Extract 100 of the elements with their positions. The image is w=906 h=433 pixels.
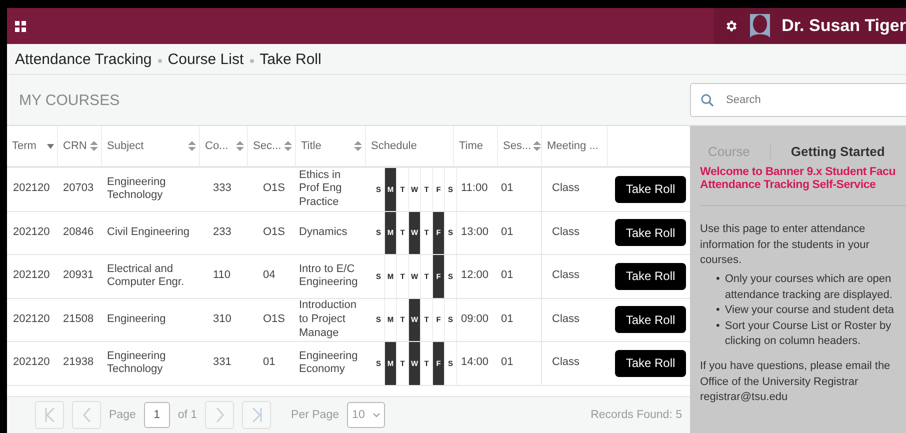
caret-icon	[372, 412, 380, 418]
app-grid-icon[interactable]	[15, 20, 26, 32]
sort-icon[interactable]	[354, 141, 362, 151]
breadcrumb-link[interactable]: Course List	[168, 50, 244, 68]
table-cell-text: Engineering Economy	[299, 350, 359, 377]
sort-icon[interactable]	[236, 141, 244, 151]
table-cell: 20846	[63, 226, 94, 240]
table-cell: 202120	[13, 312, 50, 327]
sort-icon[interactable]	[284, 141, 292, 151]
bullet-marker: •	[716, 303, 720, 318]
table-cell: 202120	[13, 226, 50, 240]
table-cell: 09:00	[461, 312, 489, 327]
table-cell-text: Electrical and Computer Engr.	[107, 262, 186, 290]
column-header[interactable]: Ses...	[497, 126, 541, 166]
table-cell: 01	[501, 269, 514, 284]
table-cell: O1S	[263, 226, 286, 240]
take-roll-button[interactable]: Take Roll	[615, 262, 686, 290]
table-cell: 331	[213, 356, 232, 370]
table-cell: Engineering	[107, 312, 166, 327]
user-name[interactable]: Dr. Susan Tiger	[782, 16, 906, 36]
bullet-marker: •	[716, 272, 720, 288]
column-header[interactable]: Subject	[101, 126, 199, 166]
table-cell: 202120	[13, 356, 50, 370]
table-cell: 233	[213, 226, 232, 240]
panel-tab[interactable]: Getting Started	[770, 144, 905, 158]
take-roll-button[interactable]: Take Roll	[615, 176, 686, 203]
table-cell: Class	[552, 312, 580, 327]
column-header[interactable]: Title	[295, 126, 365, 166]
table-cell-text: Introduction to Project Manage	[299, 299, 358, 340]
chevron-left-icon	[82, 408, 90, 422]
table-cell: Dynamics	[299, 226, 348, 240]
table-cell: 21938	[63, 356, 94, 370]
sort-icon[interactable]	[90, 141, 98, 151]
table-cell-text: Intro to E/C Engineering	[299, 262, 359, 290]
sort-icon[interactable]	[533, 141, 542, 151]
table-cell: 01	[501, 182, 514, 196]
help-item: View your course and student deta	[724, 303, 894, 318]
take-roll-button[interactable]: Take Roll	[615, 219, 686, 246]
contact-text: If you have questions, please email the Office of the University Registrar registrar@tsu.edu	[700, 359, 892, 406]
table-cell: 01	[501, 226, 514, 240]
table-cell: O1S	[263, 182, 286, 196]
column-header[interactable]: Sec...	[247, 126, 295, 166]
search-icon	[701, 94, 714, 106]
table-cell: 110	[213, 269, 231, 284]
column-header[interactable]: Meeting ...	[541, 126, 607, 166]
table-cell: 11:00	[461, 182, 488, 196]
table-cell-text: Ethics in Prof Eng Practice	[299, 168, 343, 210]
table-cell: Civil Engineering	[107, 226, 190, 240]
help-item: Only your courses which are open attendance tracking are displayed.	[724, 272, 892, 303]
search-field[interactable]: Search	[690, 83, 906, 117]
sort-icon[interactable]	[188, 141, 196, 151]
bullet-marker: •	[716, 318, 720, 334]
avatar-icon[interactable]	[750, 14, 770, 38]
take-roll-button[interactable]: Take Roll	[615, 350, 686, 377]
table-cell: 04	[263, 269, 276, 284]
column-header[interactable]: Schedule	[365, 126, 453, 166]
first-page-button[interactable]	[35, 401, 64, 429]
table-cell: 20931	[63, 269, 94, 284]
table-cell: 01	[501, 356, 514, 370]
table-cell-text: Engineering Technology	[107, 176, 167, 203]
intro-text: Use this page to enter attendance information for the students in your courses.	[700, 222, 870, 268]
table-cell: 20703	[63, 182, 94, 196]
first-page-icon	[44, 408, 54, 422]
table-cell: 202120	[13, 182, 50, 196]
last-page-icon	[252, 408, 262, 422]
table-cell: Class	[552, 182, 580, 196]
table-cell: 333	[213, 182, 232, 196]
column-header[interactable]: Co...	[199, 126, 247, 166]
breadcrumb-link[interactable]: Attendance Tracking	[15, 50, 152, 68]
table-cell: 01	[263, 356, 276, 370]
table-cell: O1S	[263, 312, 286, 327]
table-cell: 01	[501, 312, 514, 327]
table-cell: 202120	[13, 269, 50, 284]
per-page-label: Per Page	[291, 409, 339, 421]
welcome-heading: Welcome to Banner 9.x Student Facu Attendance Tracking Self-Service	[700, 166, 906, 206]
search-input[interactable]: Search	[724, 93, 878, 107]
chevron-right-icon	[216, 408, 224, 422]
last-page-button[interactable]	[242, 401, 272, 429]
column-header[interactable]: Term	[7, 126, 57, 166]
column-header[interactable]: CRN	[57, 126, 101, 166]
page-label: Page	[109, 409, 136, 421]
table-cell: 310	[213, 312, 232, 327]
table-cell: 13:00	[461, 226, 489, 240]
table-cell: 12:00	[461, 269, 489, 284]
table-cell: Class	[552, 269, 580, 284]
help-item: Sort your Course List or Roster by clicking on column headers.	[724, 318, 892, 350]
records-count: Records Found: 5	[590, 409, 682, 421]
breadcrumb-link[interactable]: Take Roll	[260, 50, 322, 68]
take-roll-button[interactable]: Take Roll	[615, 306, 686, 334]
section-title: MY COURSES	[19, 92, 120, 108]
column-header[interactable]: Time	[453, 126, 497, 166]
table-cell: Class	[552, 226, 580, 240]
table-cell-text: Engineering Technology	[107, 350, 167, 377]
table-cell: 14:00	[461, 356, 489, 370]
table-cell: Class	[552, 356, 580, 370]
page-input[interactable]: 1	[144, 402, 170, 428]
next-page-button[interactable]	[205, 401, 234, 429]
page-count: of 1	[178, 409, 198, 421]
sort-descending-icon[interactable]	[47, 144, 54, 148]
previous-page-button[interactable]	[72, 401, 101, 429]
